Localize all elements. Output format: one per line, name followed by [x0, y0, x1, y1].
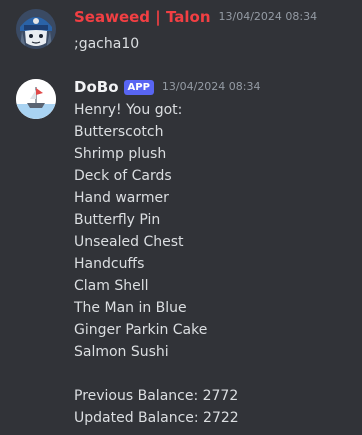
message-bot: DoBo APP 13/04/2024 08:34 Henry! You got…	[0, 70, 362, 435]
app-badge: APP	[123, 79, 154, 95]
character-avatar-icon	[16, 9, 56, 49]
user-avatar[interactable]	[16, 9, 56, 49]
author-name[interactable]: Seaweed | Talon	[74, 6, 211, 28]
item-line: Unsealed Chest	[74, 234, 184, 250]
item-line: The Man in Blue	[74, 300, 187, 316]
author-name[interactable]: DoBo	[74, 76, 119, 98]
previous-balance: Previous Balance: 2772	[74, 388, 239, 404]
bot-avatar[interactable]	[16, 79, 56, 119]
boat-avatar-icon	[16, 79, 56, 119]
item-line: Ginger Parkin Cake	[74, 322, 208, 338]
item-line: Clam Shell	[74, 278, 149, 294]
message-user: Seaweed | Talon 13/04/2024 08:34 ;gacha1…	[0, 0, 362, 70]
message-content: Henry! You got: Butterscotch Shrimp plus…	[74, 99, 239, 429]
updated-balance: Updated Balance: 2722	[74, 410, 239, 426]
item-line: Salmon Sushi	[74, 344, 169, 360]
message-text: ;gacha10	[74, 36, 140, 52]
item-line: Butterfly Pin	[74, 212, 161, 228]
message-content: ;gacha10	[74, 33, 139, 55]
message-timestamp: 13/04/2024 08:34	[218, 10, 318, 23]
intro-text: Henry! You got:	[74, 102, 183, 118]
chat-log: Seaweed | Talon 13/04/2024 08:34 ;gacha1…	[0, 0, 362, 435]
message-timestamp: 13/04/2024 08:34	[161, 80, 261, 93]
item-line: Deck of Cards	[74, 168, 172, 184]
item-line: Butterscotch	[74, 124, 164, 140]
item-line: Hand warmer	[74, 190, 169, 206]
item-line: Shrimp plush	[74, 146, 167, 162]
item-line: Handcuffs	[74, 256, 145, 272]
